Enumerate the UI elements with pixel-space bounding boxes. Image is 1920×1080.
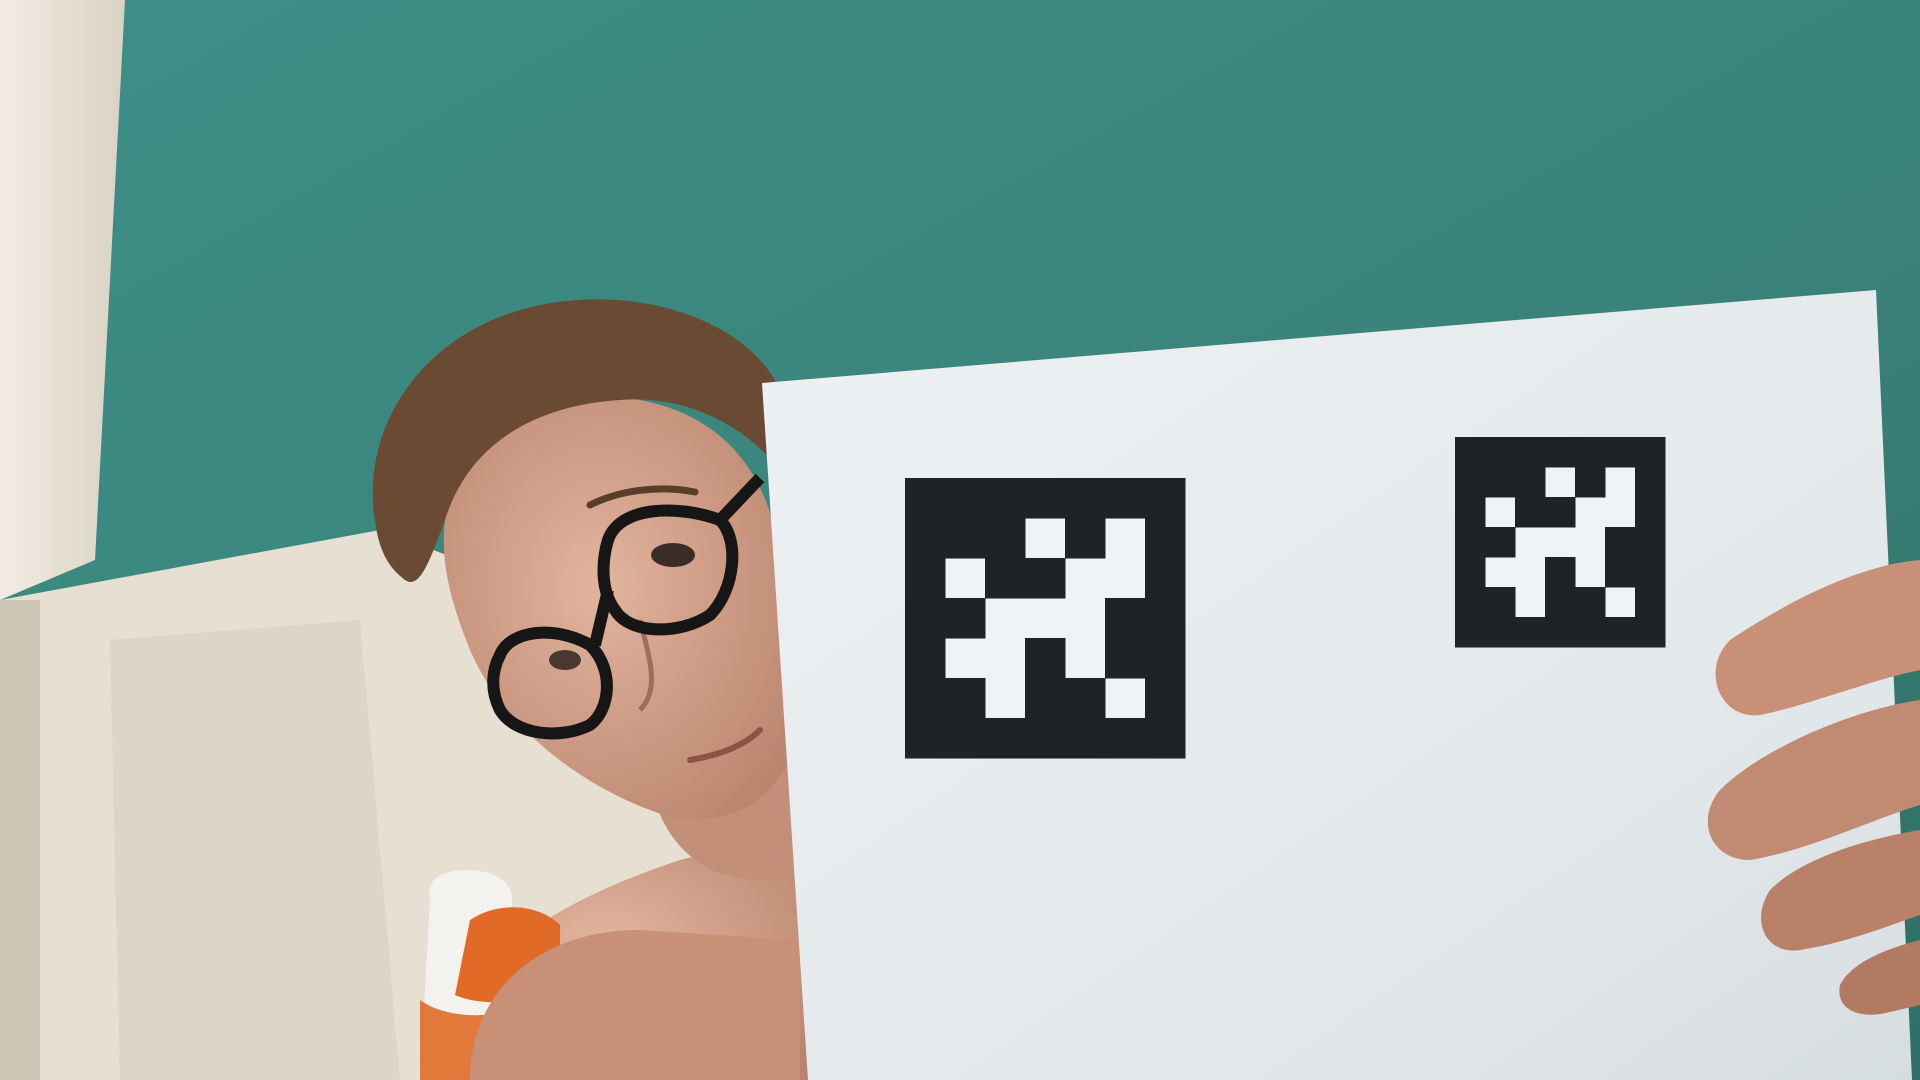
- marker-cell: [945, 718, 986, 759]
- eye-right: [651, 543, 695, 567]
- marker-cell: [985, 478, 1026, 519]
- marker-cell: [1145, 638, 1186, 679]
- marker-cell: [1635, 467, 1666, 498]
- marker-cell: [945, 678, 986, 719]
- marker-cell: [1515, 467, 1546, 498]
- marker-cell: [905, 718, 946, 759]
- marker-cell: [1065, 478, 1106, 519]
- marker-cell: [1605, 437, 1636, 468]
- marker-cell: [905, 478, 946, 519]
- marker-cell: [1485, 467, 1516, 498]
- eye-left: [549, 650, 581, 670]
- marker-cell: [985, 718, 1026, 759]
- marker-cell: [1105, 478, 1146, 519]
- marker-cell: [1145, 678, 1186, 719]
- marker-cell: [1515, 437, 1546, 468]
- marker-cell: [1575, 587, 1606, 618]
- marker-cell: [945, 478, 986, 519]
- marker-cell: [1515, 617, 1546, 648]
- marker-cell: [1065, 678, 1106, 719]
- marker-cell: [1145, 598, 1186, 639]
- marker-cell: [905, 678, 946, 719]
- marker-cell: [905, 518, 946, 559]
- marker-cell: [1605, 617, 1636, 648]
- marker-cell: [945, 598, 986, 639]
- webcam-photo-scene: [0, 0, 1920, 1080]
- marker-cell: [1635, 437, 1666, 468]
- marker-cell: [1455, 467, 1486, 498]
- marker-cell: [1455, 497, 1486, 528]
- marker-cell: [1545, 437, 1576, 468]
- marker-cell: [1575, 437, 1606, 468]
- marker-cell: [1145, 478, 1186, 519]
- fiducial-marker-left: [905, 478, 1186, 759]
- marker-cell: [1105, 718, 1146, 759]
- fiducial-marker-right: [1455, 437, 1666, 648]
- marker-cell: [1455, 437, 1486, 468]
- door-panel-edge: [0, 600, 40, 1080]
- marker-cell: [1145, 518, 1186, 559]
- marker-cell: [1485, 437, 1516, 468]
- marker-cell: [1025, 638, 1066, 679]
- marker-cell: [1455, 527, 1486, 558]
- marker-cell: [1605, 527, 1636, 558]
- marker-cell: [1105, 638, 1146, 679]
- marker-cell: [1485, 527, 1516, 558]
- marker-cell: [1485, 587, 1516, 618]
- marker-cell: [1575, 617, 1606, 648]
- marker-cell: [1635, 527, 1666, 558]
- marker-cell: [1635, 587, 1666, 618]
- door-panel-inset: [110, 620, 400, 1080]
- marker-cell: [945, 518, 986, 559]
- marker-cell: [1145, 558, 1186, 599]
- marker-cell: [1025, 478, 1066, 519]
- marker-cell: [1575, 467, 1606, 498]
- marker-cell: [1065, 718, 1106, 759]
- marker-cell: [985, 518, 1026, 559]
- marker-cell: [1105, 598, 1146, 639]
- marker-cell: [1025, 718, 1066, 759]
- marker-cell: [1545, 497, 1576, 528]
- marker-cell: [905, 598, 946, 639]
- marker-cell: [1025, 678, 1066, 719]
- marker-cell: [1515, 497, 1546, 528]
- marker-cell: [1025, 558, 1066, 599]
- marker-cell: [1455, 617, 1486, 648]
- marker-cell: [905, 558, 946, 599]
- marker-cell: [905, 638, 946, 679]
- marker-cell: [1635, 557, 1666, 588]
- marker-cell: [1545, 617, 1576, 648]
- marker-cell: [1145, 718, 1186, 759]
- marker-cell: [1635, 617, 1666, 648]
- marker-cell: [1455, 557, 1486, 588]
- marker-cell: [1545, 587, 1576, 618]
- marker-cell: [1065, 518, 1106, 559]
- marker-cell: [1605, 557, 1636, 588]
- marker-cell: [1545, 557, 1576, 588]
- marker-cell: [1485, 617, 1516, 648]
- marker-cell: [1455, 587, 1486, 618]
- marker-cell: [1635, 497, 1666, 528]
- marker-cell: [985, 558, 1026, 599]
